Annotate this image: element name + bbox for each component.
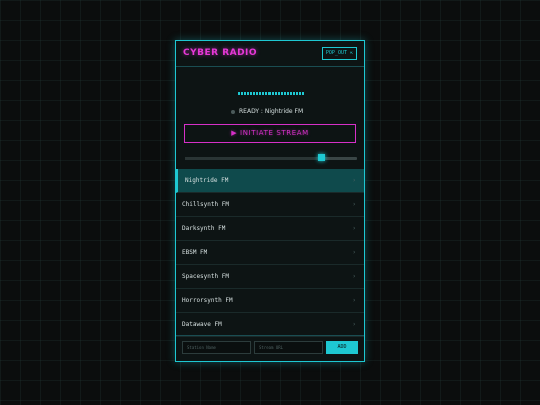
visualizer-bar [256, 92, 259, 95]
visualizer-bar [268, 92, 271, 95]
station-item[interactable]: EBSM FM › [176, 241, 364, 265]
chevron-right-icon: › [352, 201, 356, 208]
station-item[interactable]: Chillsynth FM › [176, 193, 364, 217]
visualizer-bar [262, 92, 265, 95]
chevron-right-icon: › [352, 297, 356, 304]
station-item[interactable]: Spacesynth FM › [176, 265, 364, 289]
visualizer-bar [253, 92, 256, 95]
stream-url-input[interactable] [254, 341, 323, 354]
visualizer-bar [241, 92, 244, 95]
station-item[interactable]: Nightride FM › [176, 169, 364, 193]
station-name: Datawave FM [182, 321, 222, 328]
visualizer-bar [271, 92, 274, 95]
initiate-stream-button[interactable]: ▶ INITIATE STREAM [184, 124, 356, 143]
station-name-input[interactable] [182, 341, 251, 354]
chevron-right-icon: › [352, 249, 356, 256]
visualizer-bar [274, 92, 277, 95]
visualizer-bar [292, 92, 295, 95]
visualizer-bar [280, 92, 283, 95]
station-list: Nightride FM › Chillsynth FM › Darksynth FM ›… [176, 169, 364, 337]
volume-slider[interactable] [185, 154, 357, 161]
radio-player-window: CYBER RADIO POP_OUT ⇱ READY : Nightride … [175, 40, 365, 362]
add-station-button[interactable]: ADD [326, 341, 358, 354]
popout-button[interactable]: POP_OUT ⇱ [321, 47, 357, 60]
visualizer-bar [298, 92, 301, 95]
app-title: CYBER RADIO [183, 48, 258, 58]
visualizer-bar [283, 92, 286, 95]
visualizer-bar [295, 92, 298, 95]
station-name: Chillsynth FM [182, 201, 229, 208]
visualizer-bar [289, 92, 292, 95]
chevron-right-icon: › [352, 177, 356, 184]
status-text: READY : Nightride FM [239, 108, 304, 115]
visualizer-bar [277, 92, 280, 95]
station-item[interactable]: Datawave FM › [176, 313, 364, 337]
visualizer-bar [247, 92, 250, 95]
chevron-right-icon: › [352, 321, 356, 328]
station-name: Spacesynth FM [182, 273, 229, 280]
player-header: CYBER RADIO POP_OUT ⇱ [176, 41, 364, 67]
visualizer-bar [286, 92, 289, 95]
status-line: READY : Nightride FM [176, 107, 364, 117]
station-name: EBSM FM [182, 249, 208, 256]
volume-slider-thumb[interactable] [317, 154, 325, 161]
chevron-right-icon: › [352, 225, 356, 232]
chevron-right-icon: › [352, 273, 356, 280]
audio-visualizer [238, 92, 305, 95]
station-name: Horrorsynth FM [182, 297, 233, 304]
station-name: Nightride FM [185, 177, 229, 184]
visualizer-bar [244, 92, 247, 95]
status-dot-icon [231, 110, 235, 114]
add-station-form: ADD [176, 335, 364, 361]
station-item[interactable]: Darksynth FM › [176, 217, 364, 241]
visualizer-bar [250, 92, 253, 95]
station-item[interactable]: Horrorsynth FM › [176, 289, 364, 313]
volume-slider-fill [185, 157, 321, 160]
visualizer-bar [238, 92, 241, 95]
visualizer-bar [301, 92, 305, 95]
station-name: Darksynth FM [182, 225, 226, 232]
visualizer-bar [259, 92, 262, 95]
visualizer-bar [265, 92, 268, 95]
